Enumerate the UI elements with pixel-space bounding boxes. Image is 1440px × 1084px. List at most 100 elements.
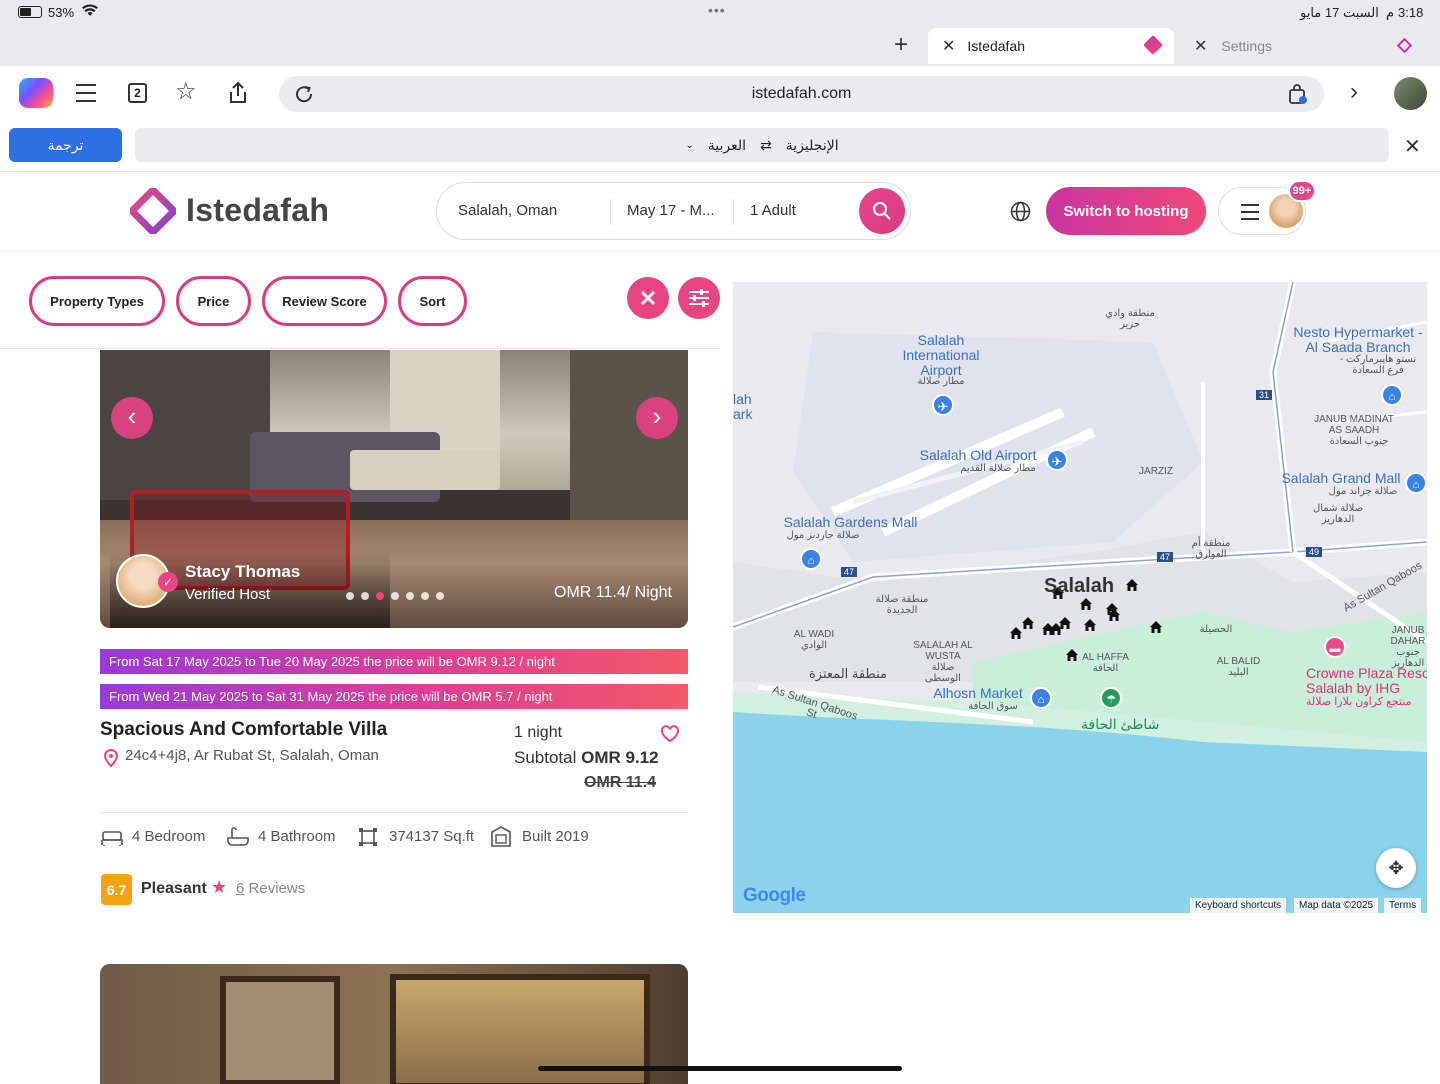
shopping-icon[interactable]: ⌂ — [1381, 384, 1403, 406]
carousel-dot[interactable] — [436, 592, 444, 600]
carousel-dot[interactable] — [346, 592, 354, 600]
share-icon[interactable] — [228, 81, 248, 105]
search-guests[interactable]: 1 Adult — [750, 202, 796, 219]
hotel-icon[interactable]: ▬ — [1324, 636, 1346, 658]
map-label: مطار صلالة القديم — [960, 463, 1036, 474]
airport-icon[interactable]: ✈ — [932, 394, 954, 416]
status-date: السبت 17 مايو — [1300, 5, 1379, 20]
house-marker-icon[interactable] — [1125, 578, 1139, 592]
new-tab-icon[interactable]: + — [894, 33, 908, 57]
map-label: صلالة جاردنز مول — [786, 530, 860, 541]
carousel-dot[interactable] — [376, 592, 384, 600]
translate-language-picker[interactable]: ⌄ العربية ⇄ الإنجليزية — [135, 128, 1389, 162]
map-label: Salalah Old Airport — [919, 447, 1037, 463]
close-tab-icon[interactable]: ✕ — [1194, 36, 1207, 56]
shopping-icon[interactable]: ⌂ — [800, 548, 822, 570]
house-marker-icon[interactable] — [1107, 608, 1121, 622]
house-marker-icon[interactable] — [1021, 616, 1035, 630]
reviews-link[interactable]: 6 Reviews — [236, 880, 305, 897]
building-icon — [491, 826, 511, 847]
house-marker-icon[interactable] — [1065, 648, 1079, 662]
close-tab-icon[interactable]: ✕ — [942, 36, 955, 56]
multitask-dots[interactable]: ••• — [708, 2, 726, 18]
reviews-count[interactable]: 6 — [236, 880, 244, 897]
bed-icon — [101, 831, 123, 846]
source-language[interactable]: الإنجليزية — [786, 137, 839, 154]
carousel-dot[interactable] — [361, 592, 369, 600]
house-marker-icon[interactable] — [1149, 620, 1163, 634]
promo-banner: From Wed 21 May 2025 to Sat 31 May 2025 … — [100, 684, 688, 709]
tab-settings[interactable]: ✕ Settings — [1182, 28, 1432, 64]
close-translate-icon[interactable]: ✕ — [1404, 134, 1421, 159]
notification-badge: 99+ — [1288, 180, 1316, 202]
search-button[interactable] — [859, 188, 905, 234]
house-marker-icon[interactable] — [1009, 626, 1023, 640]
carousel-dot[interactable] — [391, 592, 399, 600]
subtotal-label: Subtotal — [514, 748, 577, 767]
listing-photo-carousel[interactable]: ‹ › ✓ Stacy Thomas Verified Host OMR 11.… — [100, 350, 688, 628]
amenity-built: Built 2019 — [522, 828, 589, 845]
house-marker-icon[interactable] — [1083, 618, 1097, 632]
carousel-dots[interactable] — [346, 592, 444, 600]
location-pin-icon — [104, 749, 118, 767]
address-bar[interactable]: istedafah.com — [279, 76, 1324, 112]
heart-icon[interactable] — [660, 725, 680, 743]
logo-icon[interactable] — [130, 188, 176, 234]
map-label: Alhosn Market — [933, 685, 1023, 701]
swap-icon[interactable]: ⇄ — [760, 137, 772, 154]
filter-review-score[interactable]: Review Score — [262, 276, 387, 326]
search-bar[interactable]: Salalah, Oman May 17 - M... 1 Adult — [436, 182, 911, 240]
map-label: منتجع كراون بلازا صلالة — [1306, 696, 1412, 708]
map-data-label: Map data ©2025 — [1294, 898, 1379, 913]
road-shield: 31 — [1256, 390, 1273, 400]
map-label: Nesto Hypermarket - Al Saada Branch — [1293, 324, 1423, 355]
translate-bar: ترجمة ⌄ العربية ⇄ الإنجليزية ✕ — [0, 122, 1440, 172]
carousel-prev-icon[interactable]: ‹ — [111, 397, 153, 439]
filter-sort[interactable]: Sort — [398, 276, 467, 326]
search-dates[interactable]: May 17 - M... — [627, 202, 715, 219]
host-name[interactable]: Stacy Thomas — [185, 562, 300, 582]
house-marker-icon[interactable] — [1049, 622, 1063, 636]
globe-icon[interactable] — [1010, 201, 1031, 222]
url-text: istedafah.com — [751, 85, 852, 102]
beach-icon[interactable]: ☂ — [1100, 687, 1122, 709]
keyboard-shortcuts-link[interactable]: Keyboard shortcuts — [1190, 898, 1287, 913]
favorite-star-icon[interactable]: ☆ — [175, 80, 197, 104]
forward-icon[interactable]: › — [1350, 79, 1358, 105]
tab-istedafah[interactable]: ✕ Istedafah — [928, 28, 1174, 64]
map-label: JANUB DAHAR جنوب الدهاريز — [1390, 625, 1426, 669]
carousel-next-icon[interactable]: › — [636, 397, 678, 439]
tab-favicon-icon — [1396, 37, 1413, 54]
status-bar: 53% ••• السبت 17 مايو م 3:18 — [0, 0, 1440, 26]
switch-to-hosting-button[interactable]: Switch to hosting — [1046, 187, 1206, 235]
nights-count: 1 night — [514, 724, 563, 741]
filter-price[interactable]: Price — [176, 276, 251, 326]
filter-settings-button[interactable] — [678, 277, 720, 319]
carousel-dot[interactable] — [406, 592, 414, 600]
menu-icon[interactable] — [76, 84, 96, 102]
copilot-icon[interactable] — [19, 78, 53, 108]
filter-property-types[interactable]: Property Types — [29, 276, 165, 326]
map-label: شاطئ الحافة — [1081, 716, 1160, 732]
map-label: JARZIZ — [1139, 466, 1173, 477]
carousel-dot[interactable] — [421, 592, 429, 600]
target-language[interactable]: العربية — [708, 137, 746, 154]
terms-link[interactable]: Terms — [1384, 898, 1422, 913]
map-label: نستو هايبرماركت - فرع السعادة — [1339, 354, 1417, 376]
shopping-icon[interactable]: ⌂ — [1405, 472, 1427, 494]
house-marker-icon[interactable] — [1079, 597, 1093, 611]
map[interactable]: ✈ ✈ ⌂ ⌂ ⌂ ⌂ ☂ ▬ منطقة وادي حرير Salalah … — [733, 282, 1427, 913]
cart-icon[interactable]: ⌂ — [1030, 687, 1052, 709]
shopping-bag-icon[interactable] — [1288, 83, 1308, 105]
clear-filters-button[interactable] — [627, 277, 669, 319]
tab-count-button[interactable]: 2 — [128, 83, 147, 103]
logo-text[interactable]: Istedafah — [186, 192, 329, 229]
recenter-icon[interactable]: ✥ — [1376, 848, 1416, 888]
search-location[interactable]: Salalah, Oman — [458, 202, 557, 219]
listing-title[interactable]: Spacious And Comfortable Villa — [100, 719, 387, 741]
map-label: lah ark — [733, 391, 753, 422]
map-label: جنوب السعادة — [1329, 436, 1389, 447]
profile-avatar[interactable] — [1394, 77, 1427, 110]
map-label: SALALAH AL WUSTA صلالة الوسطى — [913, 640, 973, 684]
translate-button[interactable]: ترجمة — [9, 128, 122, 162]
